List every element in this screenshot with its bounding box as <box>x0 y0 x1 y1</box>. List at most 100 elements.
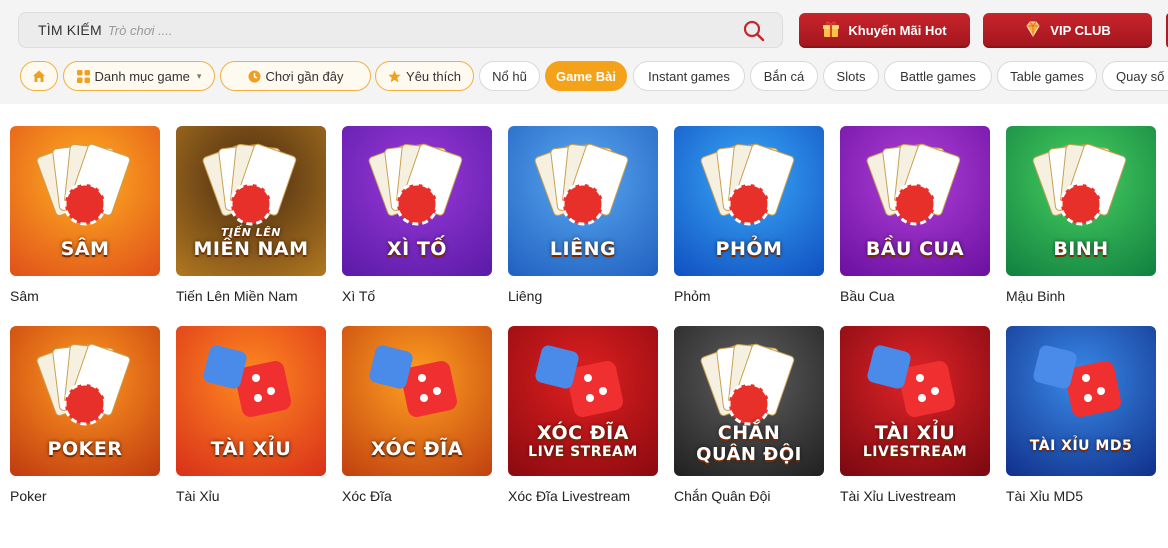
chip-ban-ca[interactable]: Bắn cá <box>750 61 818 91</box>
dice-pip <box>931 387 939 395</box>
thumbnail-title: XÌ TỐ <box>387 238 447 260</box>
game-thumbnail[interactable]: TIẾN LÊN MIỀN NAM <box>176 126 326 276</box>
game-tile[interactable]: BẦU CUA Bầu Cua <box>840 126 990 304</box>
game-tile[interactable]: XÓC ĐĨA Xóc Đĩa <box>342 326 492 504</box>
game-thumbnail[interactable]: XÓC ĐĨA <box>342 326 492 476</box>
game-name[interactable]: Phỏm <box>674 288 824 304</box>
chip-home[interactable] <box>20 61 58 91</box>
chip-shape <box>1059 182 1103 226</box>
chip-instant-games[interactable]: Instant games <box>633 61 745 91</box>
game-name[interactable]: Chắn Quân Đội <box>674 488 824 504</box>
game-name[interactable]: Tài Xỉu <box>176 488 326 504</box>
game-name[interactable]: Liêng <box>508 288 658 304</box>
chip-label: Table games <box>1010 68 1084 84</box>
game-tile[interactable]: CHẮN QUÂN ĐỘI Chắn Quân Đội <box>674 326 824 504</box>
game-name[interactable]: Xóc Đĩa <box>342 488 492 504</box>
chip-label: Chơi gần đây <box>265 68 344 84</box>
thumbnail-subtitle: LIVE STREAM <box>528 444 638 460</box>
game-thumbnail[interactable]: LIÊNG <box>508 126 658 276</box>
game-tile[interactable]: POKER Poker <box>10 326 160 504</box>
game-thumbnail[interactable]: SÂM <box>10 126 160 276</box>
chip-shape <box>561 182 605 226</box>
chip-shape <box>63 182 107 226</box>
search-icon[interactable] <box>743 20 765 42</box>
chip-label: Bắn cá <box>763 68 805 84</box>
thumbnail-title: XÓC ĐĨA <box>371 438 463 460</box>
game-tile[interactable]: LIÊNG Liêng <box>508 126 658 304</box>
dice-pip <box>1097 387 1105 395</box>
chip-table-games[interactable]: Table games <box>997 61 1097 91</box>
dice-pip <box>918 394 926 402</box>
game-tile[interactable]: XÌ TỐ Xì Tố <box>342 126 492 304</box>
promo-button-khuyen-mai[interactable]: Khuyến Mãi Hot <box>799 13 970 48</box>
thumbnail-title: TÀI XỈU <box>210 438 292 460</box>
chip-battle-games[interactable]: Battle games <box>884 61 992 91</box>
chip-yeu-thich[interactable]: Yêu thích <box>375 61 474 91</box>
chevron-down-icon: ▾ <box>196 70 202 81</box>
chip-choi-gan-day[interactable]: Chơi gần đây <box>220 61 371 91</box>
game-name[interactable]: Mậu Binh <box>1006 288 1156 304</box>
game-thumbnail[interactable]: PHỎM <box>674 126 824 276</box>
chip-label: Instant games <box>648 68 730 84</box>
promo-button-vip-club[interactable]: VIP CLUB <box>983 13 1152 48</box>
game-name[interactable]: Poker <box>10 488 160 504</box>
game-thumbnail[interactable]: POKER <box>10 326 160 476</box>
game-tile[interactable]: TÀI XỈU LIVESTREAM Tài Xỉu Livestream <box>840 326 990 504</box>
game-tile[interactable]: PHỎM Phỏm <box>674 126 824 304</box>
game-thumbnail[interactable]: XÓC ĐĨA LIVE STREAM <box>508 326 658 476</box>
game-thumbnail[interactable]: BINH <box>1006 126 1156 276</box>
game-thumbnail[interactable]: CHẮN QUÂN ĐỘI <box>674 326 824 476</box>
thumbnail-title: MIỀN NAM <box>193 238 309 260</box>
thumbnail-title: BINH <box>1053 238 1109 260</box>
chip-game-bai[interactable]: Game Bài <box>545 61 627 91</box>
game-thumbnail[interactable]: BẦU CUA <box>840 126 990 276</box>
game-tile[interactable]: BINH Mậu Binh <box>1006 126 1156 304</box>
game-thumbnail[interactable]: TÀI XỈU <box>176 326 326 476</box>
chip-label: Battle games <box>900 68 976 84</box>
game-name[interactable]: Sâm <box>10 288 160 304</box>
diamond-icon <box>1024 20 1042 41</box>
game-name[interactable]: Tài Xỉu Livestream <box>840 488 990 504</box>
game-thumbnail[interactable]: TÀI XỈU LIVESTREAM <box>840 326 990 476</box>
search-input[interactable] <box>107 22 708 38</box>
thumbnail-subtitle: QUÂN ĐỘI <box>696 444 802 465</box>
thumbnail-title: BẦU CUA <box>865 238 965 260</box>
search-bar[interactable]: TÌM KIẾM <box>18 12 783 48</box>
chip-shape <box>727 382 771 426</box>
thumbnail-subtitle: LIVESTREAM <box>862 444 968 460</box>
game-thumbnail[interactable]: XÌ TỐ <box>342 126 492 276</box>
thumbnail-title: TÀI XỈU <box>874 422 956 444</box>
chip-quay-so[interactable]: Quay số <box>1102 61 1168 91</box>
game-tile[interactable]: TIẾN LÊN MIỀN NAM Tiến Lên Miền Nam <box>176 126 326 304</box>
chip-label: Slots <box>836 68 866 84</box>
thumbnail-title: PHỎM <box>715 238 783 260</box>
game-thumbnail[interactable]: TÀI XỈU MD5 <box>1006 326 1156 476</box>
chip-shape <box>63 382 107 426</box>
dice-pip <box>433 387 441 395</box>
game-name[interactable]: Xóc Đĩa Livestream <box>508 488 658 504</box>
search-label: TÌM KIẾM <box>38 22 102 38</box>
chip-shape <box>727 182 771 226</box>
game-name[interactable]: Bầu Cua <box>840 288 990 304</box>
game-name[interactable]: Tài Xỉu MD5 <box>1006 488 1156 504</box>
thumbnail-title: LIÊNG <box>549 238 617 260</box>
dice-pip <box>916 374 924 382</box>
home-icon <box>32 69 46 83</box>
game-name[interactable]: Xì Tố <box>342 288 492 304</box>
game-tile[interactable]: XÓC ĐĨA LIVE STREAM Xóc Đĩa Livestream <box>508 326 658 504</box>
chip-no-hu[interactable]: Nổ hũ <box>479 61 540 91</box>
chip-shape <box>229 182 273 226</box>
game-tile[interactable]: SÂM Sâm <box>10 126 160 304</box>
dice-pip <box>420 394 428 402</box>
chip-label: Danh mục game <box>94 68 190 84</box>
game-tile[interactable]: TÀI XỈU MD5 Tài Xỉu MD5 <box>1006 326 1156 504</box>
chip-slots[interactable]: Slots <box>823 61 879 91</box>
chip-danh-muc-game[interactable]: Danh mục game ▾ <box>63 61 215 91</box>
dice-pip <box>599 387 607 395</box>
grid-icon <box>76 69 90 83</box>
chip-label: Quay số <box>1116 68 1165 84</box>
game-name[interactable]: Tiến Lên Miền Nam <box>176 288 326 304</box>
chip-shape <box>893 182 937 226</box>
dice-pip <box>586 394 594 402</box>
game-tile[interactable]: TÀI XỈU Tài Xỉu <box>176 326 326 504</box>
